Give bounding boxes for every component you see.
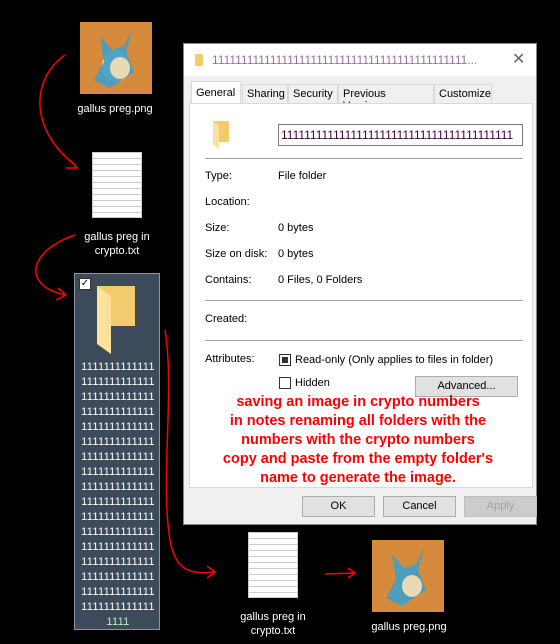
folder-name-input[interactable]: 1111111111111111111111111111111111111111: [278, 124, 523, 146]
image-file-gallus-top[interactable]: gallus preg.png: [70, 20, 160, 120]
folder-name-line: 1111111111111: [81, 571, 155, 583]
folder-name-line: 1111111111111: [81, 421, 155, 433]
annotation-text: saving an image in crypto numbers in not…: [205, 393, 511, 488]
folder-name-line: 1111111111111: [81, 511, 155, 523]
tab-sharing[interactable]: Sharing: [242, 84, 288, 103]
image-thumbnail: [372, 540, 444, 612]
file-label: gallus preg.png: [77, 103, 153, 115]
folder-name-line: 1111111111111: [81, 466, 155, 478]
divider: [205, 158, 523, 159]
file-label: gallus preg in crypto.txt: [240, 611, 306, 637]
hidden-checkbox[interactable]: [279, 377, 291, 389]
folder-icon: [195, 54, 203, 66]
folder-name-line: 1111111111111: [81, 541, 155, 553]
tab-customize[interactable]: Customize: [434, 84, 492, 103]
readonly-label[interactable]: Read-only (Only applies to files in fold…: [295, 354, 493, 366]
attributes-label: Attributes:: [205, 353, 255, 365]
folder-name-line: 1111111111111: [81, 526, 155, 538]
selected-folder[interactable]: ✓ 1111111111111 1111111111111 111111111111…: [74, 273, 160, 630]
folder-name-line: 1111111111111: [81, 481, 155, 493]
arrow: [206, 565, 217, 579]
folder-name-line: 1111: [106, 616, 130, 628]
divider: [205, 340, 523, 341]
folder-name-line: 1111111111111: [81, 451, 155, 463]
folder-name-line: 1111111111111: [81, 361, 155, 373]
ok-button[interactable]: OK: [302, 496, 375, 517]
folder-name: 1111111111111 1111111111111 1111111111111 1…: [80, 360, 156, 630]
prop-label: Location:: [205, 196, 250, 208]
arrow: [55, 287, 68, 301]
prop-value: 0 bytes: [278, 248, 314, 260]
annotation-line: saving an image in crypto numbers: [236, 394, 480, 410]
window-title: 1111111111111111111111111111111111111111…: [212, 53, 478, 67]
hidden-label[interactable]: Hidden: [295, 377, 330, 389]
divider: [205, 300, 523, 301]
folder-name-line: 1111111111111: [81, 586, 155, 598]
tab-previous-versions[interactable]: Previous Versions: [338, 84, 434, 112]
text-file-top[interactable]: gallus preg in crypto.txt: [72, 150, 162, 260]
prop-label: Contains:: [205, 274, 252, 286]
folder-icon: [97, 286, 135, 354]
text-document-icon: [92, 152, 142, 218]
prop-value: File folder: [278, 170, 327, 182]
prop-label: Type:: [205, 170, 232, 182]
text-document-icon: [248, 532, 298, 598]
close-icon[interactable]: ✕: [512, 49, 525, 69]
folder-name-line: 1111111111111: [81, 391, 155, 403]
title-bar: 1111111111111111111111111111111111111111…: [184, 44, 536, 76]
apply-button[interactable]: Apply: [464, 496, 537, 517]
folder-name-line: 1111111111111: [81, 556, 155, 568]
folder-name-line: 1111111111111: [81, 376, 155, 388]
image-thumbnail: [80, 22, 152, 94]
prop-label: Size:: [205, 222, 230, 234]
file-label: gallus preg.png: [371, 621, 447, 633]
folder-name-line: 1111111111111: [81, 496, 155, 508]
prop-label: Created:: [205, 313, 248, 325]
prop-value: 0 Files, 0 Folders: [278, 274, 363, 286]
prop-value: 0 bytes: [278, 222, 314, 234]
folder-name-line: 1111111111111: [81, 406, 155, 418]
annotation-line: name to generate the image.: [260, 470, 456, 486]
annotation-line: copy and paste from the empty folder's: [222, 451, 494, 467]
tab-general[interactable]: General: [191, 81, 241, 104]
annotation-line: numbers with the crypto numbers: [241, 432, 475, 448]
arrow: [324, 572, 356, 575]
prop-label: Size on disk:: [205, 248, 268, 260]
text-file-bottom[interactable]: gallus preg in crypto.txt: [228, 530, 318, 640]
annotation-line: in notes renaming all folders with the: [229, 413, 487, 429]
cancel-button[interactable]: Cancel: [383, 496, 456, 517]
folder-name-line: 1111111111111: [81, 601, 155, 613]
image-file-gallus-bottom[interactable]: gallus preg.png: [364, 540, 454, 640]
readonly-checkbox[interactable]: [279, 354, 291, 366]
folder-icon: [213, 121, 229, 149]
tab-security[interactable]: Security: [288, 84, 338, 103]
folder-name-line: 1111111111111: [81, 436, 155, 448]
file-label: gallus preg in crypto.txt: [84, 231, 150, 257]
arrow: [35, 234, 76, 296]
checkbox-checked[interactable]: ✓: [79, 278, 91, 290]
arrow: [347, 567, 357, 579]
